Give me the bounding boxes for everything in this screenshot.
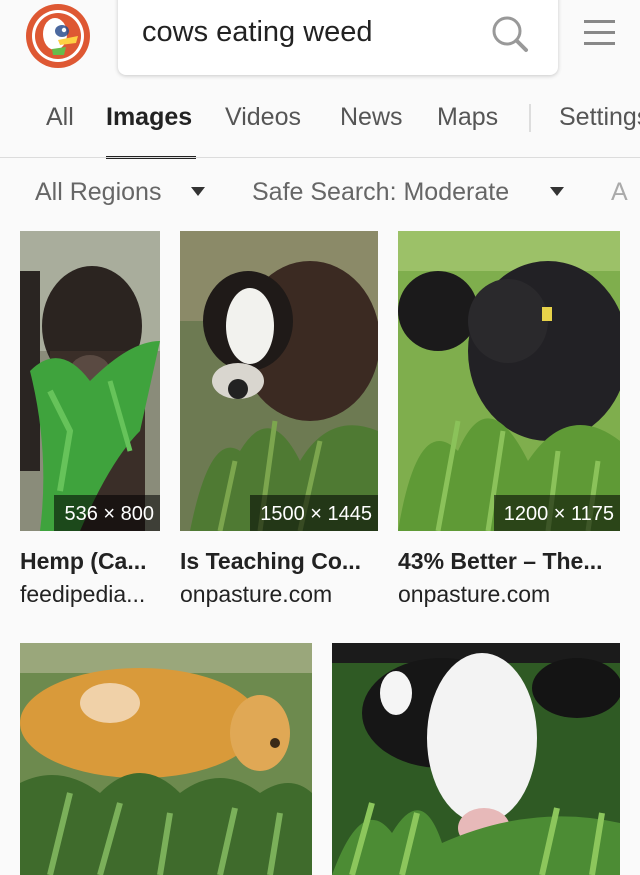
chevron-down-icon[interactable] [191,187,205,196]
hamburger-menu-icon[interactable] [584,20,615,46]
result-title[interactable]: Is Teaching Co... [180,548,378,575]
image-dimensions: 1500 × 1445 [250,495,378,531]
tab-videos[interactable]: Videos [225,103,301,132]
search-icon[interactable] [490,14,530,54]
tab-maps[interactable]: Maps [437,103,498,132]
safe-search-filter[interactable]: Safe Search: Moderate [252,178,509,207]
search-tabs: All Images Videos News Maps Settings [0,95,640,157]
image-dimensions: 536 × 800 [54,495,160,531]
duckduckgo-logo[interactable] [22,3,94,69]
tab-divider [529,104,531,132]
result-domain: feedipedia... [20,581,146,607]
search-input[interactable]: cows eating weed [142,16,373,49]
result-domain: onpasture.com [398,581,551,607]
image-dimensions: 1200 × 1175 [493,495,620,531]
chevron-down-icon[interactable] [550,187,564,196]
tab-settings[interactable]: Settings [559,103,640,132]
tabs-divider-line [0,157,640,158]
region-filter[interactable]: All Regions [35,178,161,207]
tab-all[interactable]: All [46,103,74,132]
result-image[interactable] [332,643,620,875]
result-image[interactable]: 1200 × 1175 [398,231,620,531]
search-box[interactable]: cows eating weed [118,0,558,75]
result-domain: onpasture.com [180,581,333,607]
tab-news[interactable]: News [340,103,403,132]
result-title[interactable]: Hemp (Ca... [20,548,160,575]
tab-images[interactable]: Images [106,103,192,132]
result-image[interactable]: 1500 × 1445 [180,231,378,531]
result-image[interactable] [20,643,312,875]
result-image[interactable]: 536 × 800 [20,231,160,531]
more-filters-label[interactable]: A [611,178,628,207]
result-title[interactable]: 43% Better – The... [398,548,620,575]
